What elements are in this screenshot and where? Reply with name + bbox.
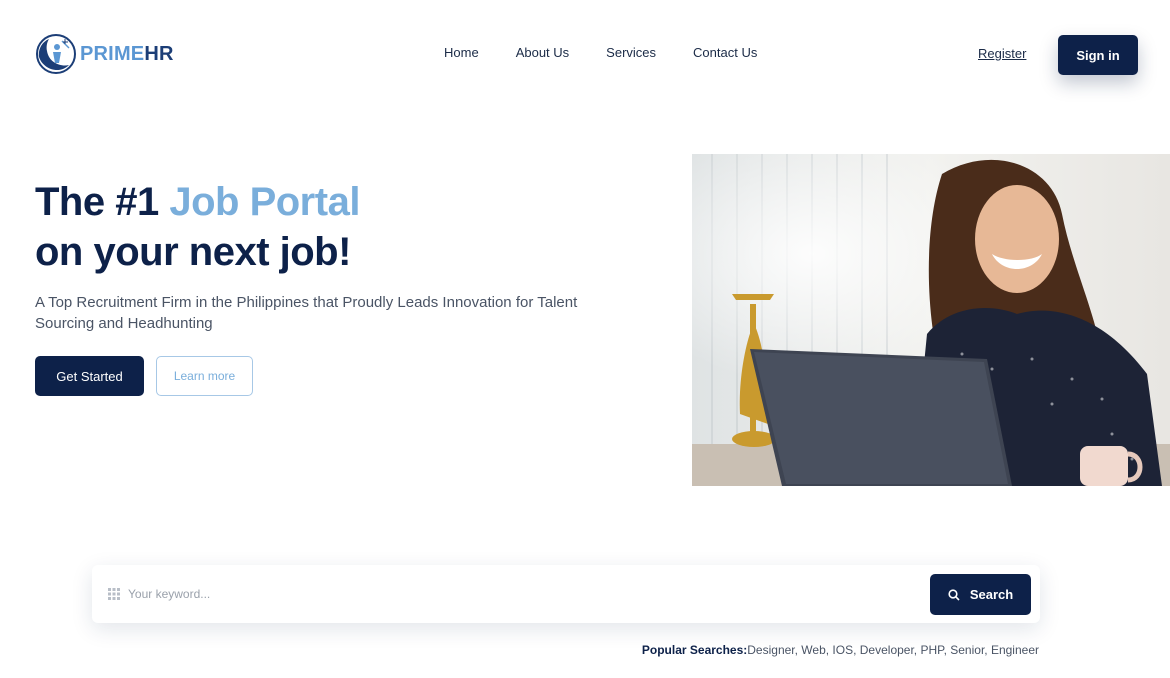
- logo-icon: [36, 34, 76, 74]
- brand-name: PRIMEHR: [80, 43, 174, 66]
- brand-name-prime: PRIME: [80, 42, 145, 65]
- get-started-button[interactable]: Get Started: [35, 356, 144, 396]
- popular-searches-label: Popular Searches:: [641, 643, 748, 657]
- grid-dots-icon: [108, 588, 120, 600]
- register-link[interactable]: Register: [978, 46, 1026, 61]
- main-nav: Home About Us Services Contact Us: [444, 45, 794, 60]
- search-bar: Search: [92, 565, 1040, 623]
- search-button-label: Search: [969, 587, 1014, 602]
- hero-photo: [692, 154, 1170, 486]
- brand-name-hr: HR: [144, 42, 174, 65]
- nav-contact-us[interactable]: Contact Us: [693, 45, 757, 60]
- nav-about-us[interactable]: About Us: [516, 45, 569, 60]
- popular-searches-terms: Designer, Web, IOS, Developer, PHP, Seni…: [747, 643, 1039, 657]
- learn-more-button[interactable]: Learn more: [156, 356, 253, 396]
- hero-photo-illustration: [692, 154, 1170, 486]
- hero-title-line2: on your next job!: [35, 230, 351, 274]
- search-input[interactable]: [128, 579, 908, 609]
- popular-searches: Popular Searches:Designer, Web, IOS, Dev…: [642, 643, 1039, 657]
- signin-button[interactable]: Sign in: [1058, 35, 1138, 75]
- hero-title-accent: Job Portal: [169, 180, 360, 224]
- nav-home[interactable]: Home: [444, 45, 479, 60]
- hero-subtitle: A Top Recruitment Firm in the Philippine…: [35, 294, 578, 332]
- hero-title-part1: The #1: [35, 180, 170, 224]
- nav-services[interactable]: Services: [606, 45, 656, 60]
- search-button[interactable]: Search: [930, 574, 1031, 615]
- hero-title: The #1 Job Portal on your next job!: [35, 177, 360, 277]
- brand-logo[interactable]: PRIMEHR: [35, 33, 174, 75]
- search-icon: [948, 588, 960, 601]
